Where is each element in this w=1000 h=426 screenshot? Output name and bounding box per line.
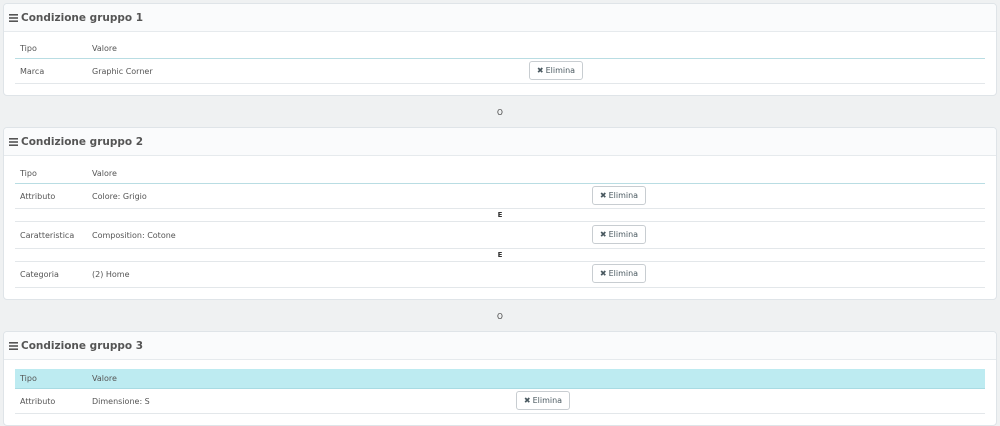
cell-tipo: Attributo: [20, 396, 56, 406]
delete-label: Elimina: [608, 230, 639, 239]
or-separator: O: [497, 312, 503, 321]
table-header: Tipo Valore: [15, 369, 985, 389]
header-valore: Valore: [92, 374, 117, 383]
cell-tipo: Categoria: [20, 270, 59, 279]
table-row: Caratteristica Composition: Cotone ✖ Elim…: [15, 222, 985, 248]
delete-label: Elimina: [532, 396, 563, 405]
close-icon: ✖: [523, 396, 531, 405]
list-icon: [9, 13, 18, 22]
delete-button[interactable]: ✖ Elimina: [516, 391, 570, 410]
table-row: Attributo Colore: Grigio ✖ Elimina: [15, 184, 985, 208]
cell-valore: (2) Home: [92, 270, 130, 279]
panel-heading: Condizione gruppo 3: [4, 332, 996, 360]
and-separator: E: [15, 248, 985, 262]
cell-valore: Dimensione: S: [92, 396, 150, 406]
group-title: Condizione gruppo 3: [21, 339, 144, 352]
delete-label: Elimina: [545, 66, 576, 75]
condition-group-3: Condizione gruppo 3 Tipo Valore Attribut…: [3, 331, 997, 426]
and-separator: E: [15, 208, 985, 222]
close-icon: ✖: [599, 269, 607, 278]
close-icon: ✖: [599, 191, 607, 200]
delete-button[interactable]: ✖ Elimina: [592, 186, 646, 205]
table-row: Attributo Dimensione: S ✖ Elimina: [15, 389, 985, 414]
conditions-table: Tipo Valore Attributo Colore: Grigio ✖ El…: [15, 164, 985, 288]
panel-heading: Condizione gruppo 2: [4, 128, 996, 156]
or-separator: O: [497, 108, 503, 117]
delete-button[interactable]: ✖ Elimina: [529, 61, 583, 80]
group-title: Condizione gruppo 2: [21, 135, 144, 148]
table-header: Tipo Valore: [15, 164, 985, 184]
table-row: Categoria (2) Home ✖ Elimina: [15, 262, 985, 288]
cell-valore: Graphic Corner: [92, 66, 153, 76]
delete-button[interactable]: ✖ Elimina: [592, 264, 646, 283]
condition-group-2: Condizione gruppo 2 Tipo Valore Attribut…: [3, 127, 997, 300]
cell-tipo: Marca: [20, 66, 45, 76]
cell-valore: Composition: Cotone: [92, 230, 176, 240]
header-tipo: Tipo: [20, 44, 37, 53]
header-valore: Valore: [92, 169, 117, 178]
table-header: Tipo Valore: [15, 39, 985, 59]
list-icon: [9, 137, 18, 146]
condition-group-1: Condizione gruppo 1 Tipo Valore Marca Gr…: [3, 3, 997, 96]
table-row: Marca Graphic Corner ✖ Elimina: [15, 59, 985, 84]
header-valore: Valore: [92, 44, 117, 53]
cell-tipo: Attributo: [20, 191, 56, 201]
panel-heading: Condizione gruppo 1: [4, 4, 996, 32]
header-tipo: Tipo: [20, 169, 37, 178]
close-icon: ✖: [599, 230, 607, 239]
header-tipo: Tipo: [20, 374, 37, 383]
conditions-table: Tipo Valore Marca Graphic Corner ✖ Elimin…: [15, 39, 985, 84]
delete-button[interactable]: ✖ Elimina: [592, 225, 646, 244]
delete-label: Elimina: [608, 269, 639, 278]
cell-tipo: Caratteristica: [20, 230, 75, 240]
conditions-table: Tipo Valore Attributo Dimensione: S ✖ Eli…: [15, 369, 985, 414]
close-icon: ✖: [536, 66, 544, 75]
cell-valore: Colore: Grigio: [92, 191, 147, 201]
group-title: Condizione gruppo 1: [21, 11, 144, 24]
list-icon: [9, 341, 18, 350]
delete-label: Elimina: [608, 191, 639, 200]
